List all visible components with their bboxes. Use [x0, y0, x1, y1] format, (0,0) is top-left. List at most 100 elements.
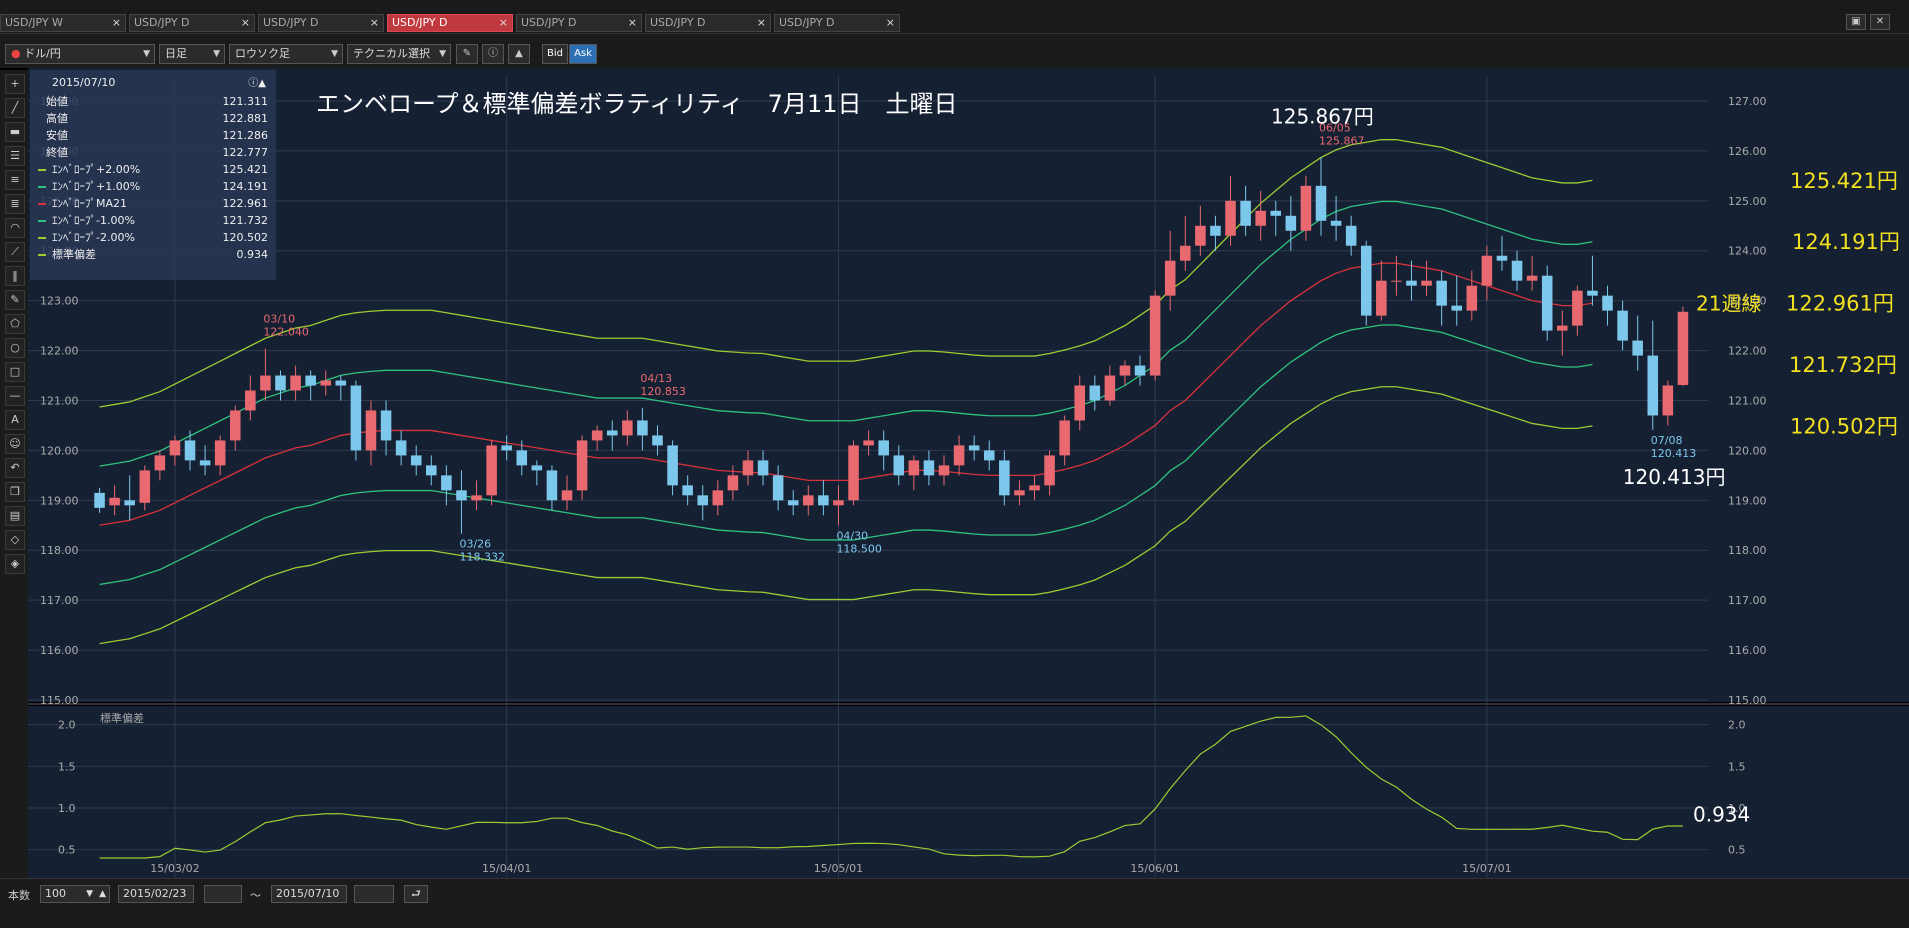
ask-button[interactable]: Ask	[569, 44, 597, 64]
y-tick-label-left: 119.00	[40, 494, 79, 507]
hline-tool[interactable]: ☰	[5, 146, 25, 166]
candle-body	[1541, 275, 1553, 331]
candle-body	[923, 460, 935, 476]
y-tick-label-left: 121.00	[40, 394, 79, 407]
tab-label: USD/JPY D	[134, 16, 190, 29]
text-tool[interactable]: A	[5, 410, 25, 430]
technical-select[interactable]: テクニカル選択 ▼	[347, 44, 451, 64]
candle-body	[1195, 225, 1206, 246]
close-window-icon[interactable]: ✕	[1870, 14, 1890, 30]
close-icon[interactable]: ×	[628, 15, 637, 31]
legend-swatch	[38, 186, 46, 188]
vlines-tool[interactable]: ‖	[5, 266, 25, 286]
count-select[interactable]: 100 ▼ ▲	[40, 885, 110, 903]
y-tick-label: 125.00	[1728, 195, 1767, 208]
stamp-tool[interactable]: ☺	[5, 434, 25, 454]
copy-tool[interactable]: ❐	[5, 482, 25, 502]
crosshair-tool[interactable]: +	[5, 74, 25, 94]
candle-body	[184, 440, 196, 461]
to-date-input[interactable]: 2015/07/10	[271, 885, 347, 903]
candle-body	[1662, 385, 1674, 416]
line-tool[interactable]: ╱	[5, 98, 25, 118]
candle-body	[1164, 260, 1176, 296]
price-chart[interactable]: 127.00127.00126.00126.00125.00125.00124.…	[28, 68, 1909, 878]
y-tick-label: 122.00	[1728, 345, 1767, 358]
bid-button[interactable]: Bid	[542, 44, 568, 64]
close-icon[interactable]: ×	[499, 15, 508, 31]
close-icon[interactable]: ×	[112, 15, 121, 31]
chart-type-select[interactable]: ロウソク足 ▼	[229, 44, 343, 64]
timeframe-select[interactable]: 日足 ▼	[159, 44, 225, 64]
ruler-tool[interactable]: ▬	[5, 122, 25, 142]
candle-body	[260, 375, 271, 391]
y-tick-label: 118.00	[1728, 544, 1767, 557]
from-date-input[interactable]: 2015/02/23	[118, 885, 194, 903]
legend-row: 始値 121.311	[36, 94, 268, 110]
info-collapse-icon[interactable]: ⓘ▲	[248, 74, 266, 89]
high-price-label: 125.867円	[1271, 105, 1374, 129]
tab-1[interactable]: USD/JPY D ×	[129, 14, 255, 32]
tab-6[interactable]: USD/JPY D ×	[774, 14, 900, 32]
candle-body	[1617, 310, 1628, 341]
timeframe-label: 日足	[165, 47, 187, 60]
tab-3[interactable]: USD/JPY D ×	[387, 14, 513, 32]
candle-body	[1406, 280, 1417, 286]
eraser-icon: ◇	[10, 533, 20, 546]
sd-tick-label-left: 1.0	[58, 802, 76, 815]
undo-tool[interactable]: ↶	[5, 458, 25, 478]
x-tick-label: 15/07/01	[1462, 862, 1511, 875]
candle-body	[848, 445, 859, 501]
layers-icon: ▤	[9, 509, 21, 522]
candle-body	[652, 435, 663, 446]
info-button[interactable]: ⓘ	[482, 44, 504, 64]
stddev-value-label: 0.934	[1693, 803, 1750, 827]
currency-pair-select[interactable]: ● ドル/円 ▼	[5, 44, 155, 64]
arc-tool[interactable]: ◠	[5, 218, 25, 238]
polygon-tool[interactable]: ⬠	[5, 314, 25, 334]
legend-swatch	[38, 220, 46, 222]
candle-body	[305, 375, 316, 386]
tab-0[interactable]: USD/JPY W ×	[0, 14, 126, 32]
technical-label: テクニカル選択	[353, 47, 430, 60]
area-button[interactable]: ▲	[508, 44, 530, 64]
to-time-input[interactable]	[354, 885, 394, 903]
circle-tool[interactable]: ○	[5, 338, 25, 358]
close-icon[interactable]: ×	[757, 15, 766, 31]
pen-tool[interactable]: ✎	[5, 290, 25, 310]
maximize-icon[interactable]: ▣	[1846, 14, 1866, 30]
sd-tick-label-left: 1.5	[58, 760, 76, 773]
x-tick-label: 15/04/01	[482, 862, 531, 875]
legend-value: 0.934	[236, 248, 269, 261]
hline2-tool[interactable]: —	[5, 386, 25, 406]
close-icon[interactable]: ×	[241, 15, 250, 31]
layers-tool[interactable]: ▤	[5, 506, 25, 526]
candle-body	[426, 465, 437, 476]
candle-body	[787, 500, 799, 506]
candle-body	[335, 380, 347, 386]
tab-bar: USD/JPY W × USD/JPY D × USD/JPY D × USD/JPY D ×…	[0, 0, 1909, 34]
candle-body	[395, 440, 407, 456]
candle-body	[818, 495, 829, 506]
candle-body	[968, 445, 980, 451]
tab-4[interactable]: USD/JPY D ×	[516, 14, 642, 32]
erase-all-tool[interactable]: ◈	[5, 554, 25, 574]
fan-tool[interactable]: ⟋	[5, 242, 25, 262]
annotation-price: 125.867	[1319, 135, 1365, 148]
legend-label: 高値	[46, 112, 68, 125]
sd-tick-label-left: 0.5	[58, 844, 76, 857]
close-icon[interactable]: ×	[886, 15, 895, 31]
pen-button[interactable]: ✎	[456, 44, 478, 64]
from-time-input[interactable]	[204, 885, 242, 903]
legend-value: 120.502	[222, 231, 269, 244]
eraser-tool[interactable]: ◇	[5, 530, 25, 550]
tab-5[interactable]: USD/JPY D ×	[645, 14, 771, 32]
rect-tool[interactable]: □	[5, 362, 25, 382]
channel-tool[interactable]: ≡	[5, 170, 25, 190]
tab-2[interactable]: USD/JPY D ×	[258, 14, 384, 32]
reset-button[interactable]: ⮐	[404, 885, 428, 903]
fib-tool[interactable]: ≣	[5, 194, 25, 214]
count-value: 100	[45, 887, 66, 900]
candle-body	[199, 460, 211, 466]
close-icon[interactable]: ×	[370, 15, 379, 31]
legend-row: ｴﾝﾍﾞﾛｰﾌﾟMA21 122.961	[36, 196, 268, 212]
